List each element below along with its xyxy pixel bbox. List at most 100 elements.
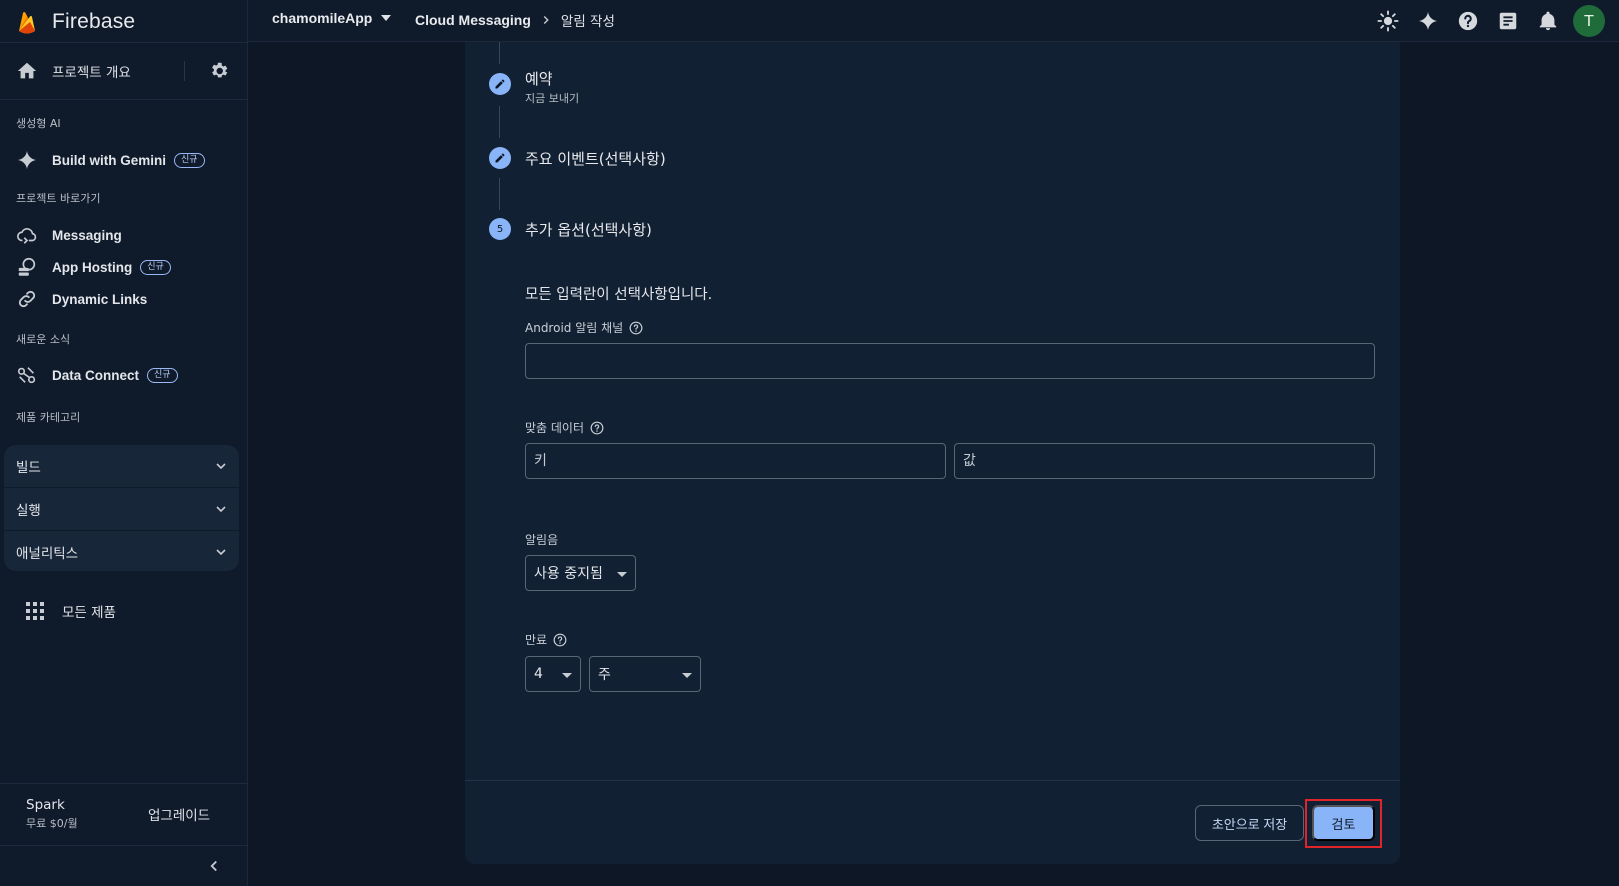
step-title: 예약 [525, 70, 553, 88]
help-circle-icon[interactable] [553, 633, 567, 647]
release-notes-icon[interactable] [1497, 10, 1519, 32]
step-title: 주요 이벤트(선택사항) [525, 150, 666, 168]
project-switcher[interactable]: chamomileApp [272, 10, 392, 26]
sidebar-item-label: Dynamic Links [52, 291, 148, 307]
compose-notification-card: 예약 지금 보내기 주요 이벤트(선택사항) 5 추가 옵션(선택사항) 모든 … [465, 42, 1400, 864]
brightness-icon[interactable] [1377, 10, 1399, 32]
field-label-text: 맞춤 데이터 [525, 421, 585, 435]
field-label-text: 알림음 [525, 533, 559, 547]
plan-name: Spark [26, 797, 65, 813]
field-label-text: Android 알림 채널 [525, 321, 624, 335]
save-draft-button[interactable]: 초안으로 저장 [1195, 805, 1304, 841]
category-label: 빌드 [16, 460, 41, 476]
gear-icon[interactable] [208, 60, 230, 82]
help-circle-icon[interactable] [629, 321, 643, 335]
form-description: 모든 입력란이 선택사항입니다. [525, 287, 713, 303]
android-channel-input[interactable] [525, 343, 1375, 379]
sound-label: 알림음 [525, 531, 558, 548]
chevron-left-icon[interactable] [205, 857, 223, 875]
step-title: 추가 옵션(선택사항) [525, 221, 652, 239]
data-connect-icon [17, 367, 36, 384]
help-icon[interactable] [1457, 10, 1479, 32]
chevron-down-icon [216, 549, 226, 556]
breadcrumb-current: 알림 작성 [560, 14, 615, 30]
step-subtitle: 지금 보내기 [525, 92, 580, 105]
android-channel-label: Android 알림 채널 [525, 319, 643, 336]
category-label: 실행 [16, 503, 41, 519]
sidebar-item-gemini[interactable]: Build with Gemini 신규 [16, 147, 205, 173]
new-badge: 신규 [147, 367, 178, 383]
step-conversion-edit[interactable] [489, 147, 511, 169]
sound-select[interactable]: 사용 중지됨 [525, 555, 636, 591]
custom-data-label: 맞춤 데이터 [525, 419, 604, 436]
sidebar-divider [0, 42, 248, 43]
sidebar-divider [0, 783, 248, 784]
field-label-text: 만료 [525, 633, 548, 647]
sidebar-divider [0, 99, 248, 100]
upgrade-button[interactable]: 업그레이드 [148, 804, 210, 824]
dropdown-arrow-icon [682, 673, 692, 678]
project-overview-link[interactable]: 프로젝트 개요 [16, 56, 232, 86]
category-build[interactable]: 빌드 [4, 445, 239, 487]
top-actions: T [1359, 5, 1605, 37]
caret-down-icon [381, 15, 392, 21]
plan-price: 무료 $0/월 [26, 817, 78, 830]
sidebar-item-messaging[interactable]: Messaging [16, 222, 122, 248]
all-products-link[interactable]: 모든 제품 [26, 598, 116, 624]
sidebar-item-label: Messaging [52, 227, 122, 243]
pencil-icon [495, 153, 505, 163]
stepper-line [499, 178, 500, 210]
section-categories: 제품 카테고리 [16, 411, 81, 424]
category-label: 애널리틱스 [16, 546, 79, 562]
custom-data-value-input[interactable] [954, 443, 1375, 479]
breadcrumb: Cloud Messaging 알림 작성 [415, 10, 615, 30]
pencil-icon [495, 79, 505, 89]
sidebar-divider [0, 845, 248, 846]
section-shortcuts: 프로젝트 바로가기 [16, 192, 101, 205]
expiry-unit-value: 주 [598, 667, 611, 683]
sidebar-item-data-connect[interactable]: Data Connect 신규 [16, 362, 178, 388]
dropdown-arrow-icon [562, 673, 572, 678]
breadcrumb-cloud-messaging[interactable]: Cloud Messaging [415, 12, 531, 28]
new-badge: 신규 [140, 259, 171, 275]
dropdown-arrow-icon [617, 572, 627, 577]
project-name: chamomileApp [272, 10, 373, 26]
category-analytics[interactable]: 애널리틱스 [4, 531, 239, 571]
custom-data-key-input[interactable] [525, 443, 946, 479]
app-hosting-icon [18, 257, 36, 276]
footer-divider [465, 780, 1400, 781]
brand-name: Firebase [52, 10, 136, 33]
avatar[interactable]: T [1573, 5, 1605, 37]
home-icon [17, 62, 37, 79]
step-schedule-edit[interactable] [489, 73, 511, 95]
all-products-label: 모든 제품 [62, 605, 116, 621]
expiry-amount-select[interactable]: 4 [525, 656, 581, 692]
gemini-sparkle-icon [17, 150, 37, 170]
chevron-down-icon [216, 463, 226, 470]
notifications-icon[interactable] [1537, 10, 1559, 32]
overview-separator [184, 61, 185, 81]
help-circle-icon[interactable] [590, 421, 604, 435]
step-number-badge: 5 [489, 218, 511, 240]
expiry-unit-select[interactable]: 주 [589, 656, 701, 692]
top-bar: chamomileApp Cloud Messaging 알림 작성 T [248, 0, 1619, 42]
expiry-label: 만료 [525, 631, 567, 648]
sidebar-item-dynamic-links[interactable]: Dynamic Links [16, 286, 147, 312]
brand[interactable]: Firebase [16, 4, 135, 40]
sidebar-item-label: Build with Gemini [52, 152, 166, 168]
link-icon [18, 290, 36, 308]
plan-info: Spark 무료 $0/월 [26, 797, 78, 831]
review-button[interactable]: 검토 [1312, 805, 1375, 841]
category-run[interactable]: 실행 [4, 488, 239, 530]
project-overview-label: 프로젝트 개요 [52, 65, 131, 81]
stepper-line [499, 106, 500, 138]
section-whats-new: 새로운 소식 [16, 333, 71, 346]
sidebar-item-app-hosting[interactable]: App Hosting 신규 [16, 254, 171, 280]
category-list: 빌드 실행 애널리틱스 [4, 445, 239, 571]
apps-grid-icon [26, 602, 44, 620]
sidebar-item-label: Data Connect [52, 367, 140, 383]
gemini-sparkle-icon[interactable] [1417, 10, 1439, 32]
sidebar: Firebase 프로젝트 개요 생성형 AI Build with Gemin… [0, 0, 248, 886]
expiry-amount-value: 4 [534, 666, 543, 682]
sidebar-item-label: App Hosting [52, 259, 133, 275]
